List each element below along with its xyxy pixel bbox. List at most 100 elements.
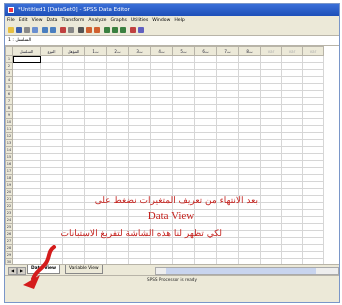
data-cell[interactable] xyxy=(106,202,129,210)
data-cell[interactable] xyxy=(194,230,217,238)
data-cell[interactable] xyxy=(194,160,217,168)
data-cell[interactable] xyxy=(238,55,261,63)
data-cell[interactable] xyxy=(281,62,303,70)
row-header[interactable]: 27 xyxy=(5,237,13,245)
data-cell[interactable] xyxy=(40,209,63,217)
data-cell[interactable] xyxy=(62,230,85,238)
data-cell[interactable] xyxy=(106,146,129,154)
data-cell[interactable] xyxy=(150,62,173,70)
data-cell[interactable] xyxy=(106,55,129,63)
data-cell[interactable] xyxy=(172,160,195,168)
data-cell[interactable] xyxy=(302,181,324,189)
data-cell[interactable] xyxy=(281,76,303,84)
menu-item[interactable]: Data xyxy=(47,18,58,23)
data-cell[interactable] xyxy=(172,181,195,189)
data-cell[interactable] xyxy=(128,216,151,224)
data-cell[interactable] xyxy=(12,83,41,91)
goto-case-icon[interactable] xyxy=(60,27,66,33)
data-cell[interactable] xyxy=(238,160,261,168)
data-cell[interactable] xyxy=(12,244,41,252)
data-cell[interactable] xyxy=(260,167,282,175)
data-cell[interactable] xyxy=(260,188,282,196)
data-cell[interactable] xyxy=(172,188,195,196)
column-header[interactable]: ت7 xyxy=(216,46,239,56)
data-cell[interactable] xyxy=(106,188,129,196)
row-header[interactable]: 4 xyxy=(5,76,13,84)
data-cell[interactable] xyxy=(194,209,217,217)
row-header[interactable]: 26 xyxy=(5,230,13,238)
data-cell[interactable] xyxy=(84,83,107,91)
data-cell[interactable] xyxy=(128,146,151,154)
data-cell[interactable] xyxy=(84,132,107,140)
data-cell[interactable] xyxy=(216,160,239,168)
data-cell[interactable] xyxy=(106,104,129,112)
data-cell[interactable] xyxy=(238,223,261,231)
data-cell[interactable] xyxy=(216,132,239,140)
tab-data-view[interactable]: Data View xyxy=(27,265,61,274)
data-cell[interactable] xyxy=(281,195,303,203)
data-cell[interactable] xyxy=(128,230,151,238)
data-cell[interactable] xyxy=(62,118,85,126)
data-cell[interactable] xyxy=(106,251,129,259)
save-icon[interactable] xyxy=(16,27,22,33)
data-cell[interactable] xyxy=(40,244,63,252)
data-cell[interactable] xyxy=(150,216,173,224)
prev-tab-icon[interactable]: ◀ xyxy=(8,267,17,275)
split-file-icon[interactable] xyxy=(104,27,110,33)
data-cell[interactable] xyxy=(106,174,129,182)
data-cell[interactable] xyxy=(194,251,217,259)
row-header[interactable]: 15 xyxy=(5,153,13,161)
data-cell[interactable] xyxy=(302,223,324,231)
data-cell[interactable] xyxy=(150,153,173,161)
data-cell[interactable] xyxy=(172,62,195,70)
data-cell[interactable] xyxy=(40,153,63,161)
data-cell[interactable] xyxy=(216,111,239,119)
data-cell[interactable] xyxy=(62,160,85,168)
data-cell[interactable] xyxy=(172,174,195,182)
insert-cases-icon[interactable] xyxy=(86,27,92,33)
data-cell[interactable] xyxy=(128,160,151,168)
print-icon[interactable] xyxy=(24,27,30,33)
menu-item[interactable]: Graphs xyxy=(110,18,126,23)
data-cell[interactable] xyxy=(302,90,324,98)
data-cell[interactable] xyxy=(281,244,303,252)
column-header[interactable]: ت4 xyxy=(150,46,173,56)
data-cell[interactable] xyxy=(62,69,85,77)
data-cell[interactable] xyxy=(84,69,107,77)
data-cell[interactable] xyxy=(194,167,217,175)
data-cell[interactable] xyxy=(128,83,151,91)
data-cell[interactable] xyxy=(106,125,129,133)
data-cell[interactable] xyxy=(106,111,129,119)
data-cell[interactable] xyxy=(194,237,217,245)
data-cell[interactable] xyxy=(194,104,217,112)
column-header[interactable]: var xyxy=(260,46,282,56)
data-cell[interactable] xyxy=(260,202,282,210)
column-header[interactable]: النوع xyxy=(40,46,63,56)
data-cell[interactable] xyxy=(238,230,261,238)
scrollbar-thumb[interactable] xyxy=(166,268,316,274)
data-cell[interactable] xyxy=(216,223,239,231)
data-cell[interactable] xyxy=(302,76,324,84)
row-header[interactable]: 23 xyxy=(5,209,13,217)
data-cell[interactable] xyxy=(128,188,151,196)
data-cell[interactable] xyxy=(238,251,261,259)
data-cell[interactable] xyxy=(12,251,41,259)
data-cell[interactable] xyxy=(302,237,324,245)
data-cell[interactable] xyxy=(302,104,324,112)
data-cell[interactable] xyxy=(302,55,324,63)
data-cell[interactable] xyxy=(216,139,239,147)
data-cell[interactable] xyxy=(12,195,41,203)
data-cell[interactable] xyxy=(194,62,217,70)
data-cell[interactable] xyxy=(12,167,41,175)
data-cell[interactable] xyxy=(62,209,85,217)
row-header[interactable]: 19 xyxy=(5,181,13,189)
data-cell[interactable] xyxy=(106,97,129,105)
data-cell[interactable] xyxy=(84,188,107,196)
data-cell[interactable] xyxy=(281,111,303,119)
row-header[interactable]: 14 xyxy=(5,146,13,154)
data-cell[interactable] xyxy=(150,237,173,245)
menu-item[interactable]: File xyxy=(7,18,15,23)
data-cell[interactable] xyxy=(62,83,85,91)
data-cell[interactable] xyxy=(302,216,324,224)
data-cell[interactable] xyxy=(106,160,129,168)
